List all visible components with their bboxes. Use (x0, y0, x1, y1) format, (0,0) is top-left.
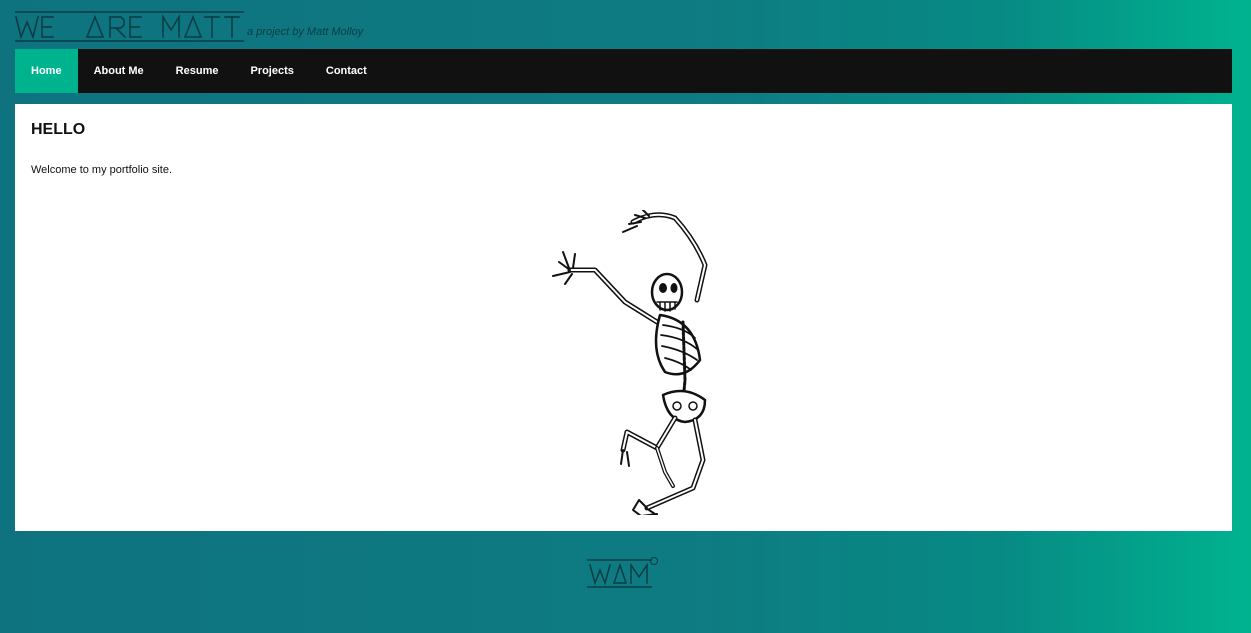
welcome-text: Welcome to my portfolio site. (31, 164, 173, 176)
footer-wam-mark (587, 557, 658, 588)
dancing-skeleton-image (552, 210, 708, 515)
main-content: HELLO Welcome to my portfolio site. (15, 104, 1232, 531)
page-heading: HELLO (31, 121, 86, 138)
nav-item-contact[interactable]: Contact (310, 49, 383, 93)
nav-item-home[interactable]: Home (15, 49, 78, 93)
main-navigation: Home About Me Resume Projects Contact (15, 49, 1232, 93)
site-tagline: a project by Matt Molloy (247, 26, 364, 38)
site-logo[interactable] (15, 10, 244, 42)
footer-logo[interactable] (587, 556, 661, 590)
site-header: a project by Matt Molloy (15, 8, 363, 42)
nav-item-resume[interactable]: Resume (160, 49, 235, 93)
nav-item-about-me[interactable]: About Me (78, 49, 160, 93)
logo-wordmark (15, 11, 244, 42)
nav-item-projects[interactable]: Projects (234, 49, 309, 93)
